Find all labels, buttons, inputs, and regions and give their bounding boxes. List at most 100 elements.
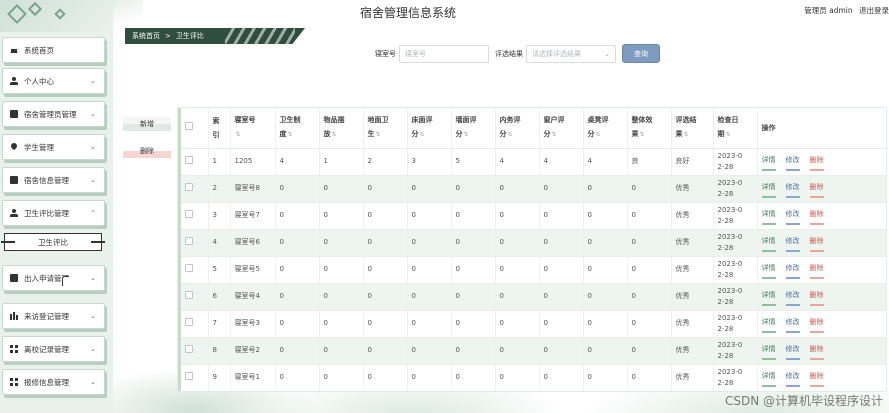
column-header[interactable]: 寝室号 ⇅ bbox=[230, 108, 276, 149]
sort-icon[interactable]: ⇅ bbox=[726, 131, 731, 138]
sort-icon[interactable]: ⇅ bbox=[288, 131, 293, 138]
building-icon bbox=[10, 176, 18, 184]
row-checkbox[interactable] bbox=[185, 371, 193, 380]
sidebar-item-personal-center[interactable]: 个人中心 ⌄ bbox=[2, 68, 105, 94]
chevron-down-icon: ⌄ bbox=[90, 378, 96, 386]
sidebar-item-dorm-admin[interactable]: 宿舍管理员管理 ⌄ bbox=[2, 101, 105, 127]
cell-items: 0 bbox=[319, 202, 364, 230]
site-title: 宿舍管理信息系统 bbox=[360, 6, 457, 20]
delete-link[interactable]: 删除 bbox=[809, 155, 824, 171]
result-select[interactable]: 请选择评选结果 ⌄ bbox=[526, 45, 616, 63]
sidebar-item-home[interactable]: 系统首页 bbox=[2, 37, 105, 63]
logout-link[interactable]: 退出登录 bbox=[859, 6, 889, 15]
column-header[interactable]: 床面评 分⇅ bbox=[407, 108, 452, 149]
detail-link[interactable]: 详情 bbox=[761, 344, 776, 360]
edit-link[interactable]: 修改 bbox=[785, 209, 800, 225]
sidebar-item-visitor[interactable]: 来访登记管理 ⌄ bbox=[2, 303, 105, 329]
delete-link[interactable]: 删除 bbox=[809, 317, 824, 333]
column-header-label: 果 bbox=[631, 130, 639, 139]
sort-icon[interactable]: ⇅ bbox=[332, 131, 337, 138]
column-header[interactable]: 桌凳评 分⇅ bbox=[583, 108, 628, 149]
sidebar-item-hygiene[interactable]: 卫生评比管理 ⌃ bbox=[2, 200, 105, 226]
column-header[interactable]: 内务评 分⇅ bbox=[495, 108, 540, 149]
delete-link[interactable]: 删除 bbox=[809, 236, 824, 252]
edit-link[interactable]: 修改 bbox=[785, 263, 800, 279]
sidebar-item-access-request[interactable]: 出入申请管理 ⌄ bbox=[2, 265, 105, 291]
edit-link[interactable]: 修改 bbox=[785, 344, 800, 360]
edit-link[interactable]: 修改 bbox=[785, 371, 800, 387]
sidebar-item-repair[interactable]: 报修信息管理 ⌄ bbox=[2, 369, 105, 395]
detail-link[interactable]: 详情 bbox=[761, 155, 776, 171]
sort-icon[interactable]: ⇅ bbox=[596, 131, 601, 138]
sort-icon[interactable]: ⇅ bbox=[236, 131, 241, 138]
batch-delete-button[interactable]: 删除 bbox=[123, 144, 171, 158]
edit-link[interactable]: 修改 bbox=[785, 182, 800, 198]
sidebar-item-leave-school[interactable]: 离校记录管理 ⌄ bbox=[2, 336, 105, 362]
cell-result: 优秀 bbox=[671, 256, 714, 284]
detail-link[interactable]: 详情 bbox=[761, 182, 776, 198]
sort-icon[interactable]: ⇅ bbox=[552, 131, 557, 138]
detail-link[interactable]: 详情 bbox=[761, 263, 776, 279]
column-header[interactable]: 墙面评 分⇅ bbox=[451, 108, 496, 149]
delete-link[interactable]: 删除 bbox=[809, 371, 824, 387]
cell-bed: 0 bbox=[407, 364, 452, 391]
cell-index: 5 bbox=[208, 256, 231, 284]
sidebar-item-dorm-info[interactable]: 宿舍信息管理 ⌄ bbox=[2, 167, 105, 193]
delete-link[interactable]: 删除 bbox=[809, 209, 824, 225]
sort-icon[interactable]: ⇅ bbox=[508, 131, 513, 138]
grid-icon bbox=[10, 345, 18, 353]
column-header-label: 度 bbox=[279, 130, 287, 139]
table-row: 5 寝室号5 0 0 0 0 0 0 0 0 0 优秀 2023-0 2-28 详情 修改 删除 bbox=[181, 256, 886, 284]
data-table: 索引寝室号 ⇅ 卫生制 度⇅ 物品摆 放⇅ 地面卫 生⇅ 床面评 分⇅ 墙面评 分⇅ 内务评 分⇅ 窗户评分… bbox=[181, 108, 886, 391]
sort-icon[interactable]: ⇅ bbox=[420, 131, 425, 138]
breadcrumb-home[interactable]: 系统首页 bbox=[132, 31, 160, 41]
select-all-checkbox[interactable] bbox=[185, 121, 193, 130]
sort-icon[interactable]: ⇅ bbox=[640, 131, 645, 138]
column-header[interactable]: 窗户评 分⇅ bbox=[539, 108, 584, 149]
edit-link[interactable]: 修改 bbox=[785, 290, 800, 306]
sort-icon[interactable]: ⇅ bbox=[684, 131, 689, 138]
cell-operations: 详情 修改 删除 bbox=[757, 337, 886, 365]
sidebar-subitem-hygiene-rating[interactable]: 卫生评比 bbox=[1, 233, 105, 251]
sort-icon[interactable]: ⇅ bbox=[376, 131, 381, 138]
detail-link[interactable]: 详情 bbox=[761, 317, 776, 333]
row-checkbox[interactable] bbox=[185, 182, 193, 191]
delete-link[interactable]: 删除 bbox=[809, 263, 824, 279]
query-button[interactable]: 查询 bbox=[622, 44, 660, 63]
column-header[interactable]: 卫生制 度⇅ bbox=[275, 108, 320, 149]
cell-result: 优秀 bbox=[671, 229, 714, 257]
edit-link[interactable]: 修改 bbox=[785, 236, 800, 252]
room-number-input[interactable] bbox=[399, 45, 489, 63]
breadcrumb-stripes bbox=[225, 28, 295, 44]
row-checkbox[interactable] bbox=[185, 155, 193, 164]
row-checkbox[interactable] bbox=[185, 344, 193, 353]
detail-link[interactable]: 详情 bbox=[761, 236, 776, 252]
cell-wall: 0 bbox=[451, 337, 496, 365]
delete-link[interactable]: 删除 bbox=[809, 290, 824, 306]
cell-wall: 0 bbox=[451, 229, 496, 257]
date-line: 2-28 bbox=[717, 270, 734, 279]
edit-link[interactable]: 修改 bbox=[785, 317, 800, 333]
column-header[interactable]: 检查日 期⇅ bbox=[713, 108, 758, 149]
edit-link[interactable]: 修改 bbox=[785, 155, 800, 171]
date-line: 2023-0 bbox=[717, 313, 743, 322]
detail-link[interactable]: 详情 bbox=[761, 290, 776, 306]
cell-wall: 0 bbox=[451, 283, 496, 311]
cell-wall: 5 bbox=[451, 148, 496, 176]
add-button[interactable]: 新增 bbox=[123, 117, 171, 131]
column-header[interactable]: 物品摆 放⇅ bbox=[319, 108, 364, 149]
detail-link[interactable]: 详情 bbox=[761, 371, 776, 387]
row-checkbox[interactable] bbox=[185, 209, 193, 218]
column-header[interactable]: 整体效 果⇅ bbox=[627, 108, 672, 149]
sidebar-item-students[interactable]: 学生管理 ⌄ bbox=[2, 134, 105, 160]
row-checkbox[interactable] bbox=[185, 263, 193, 272]
delete-link[interactable]: 删除 bbox=[809, 182, 824, 198]
delete-link[interactable]: 删除 bbox=[809, 344, 824, 360]
row-checkbox[interactable] bbox=[185, 290, 193, 299]
column-header[interactable]: 地面卫 生⇅ bbox=[363, 108, 408, 149]
column-header[interactable]: 评选结 果⇅ bbox=[671, 108, 714, 149]
detail-link[interactable]: 详情 bbox=[761, 209, 776, 225]
sort-icon[interactable]: ⇅ bbox=[464, 131, 469, 138]
row-checkbox[interactable] bbox=[185, 236, 193, 245]
row-checkbox[interactable] bbox=[185, 317, 193, 326]
